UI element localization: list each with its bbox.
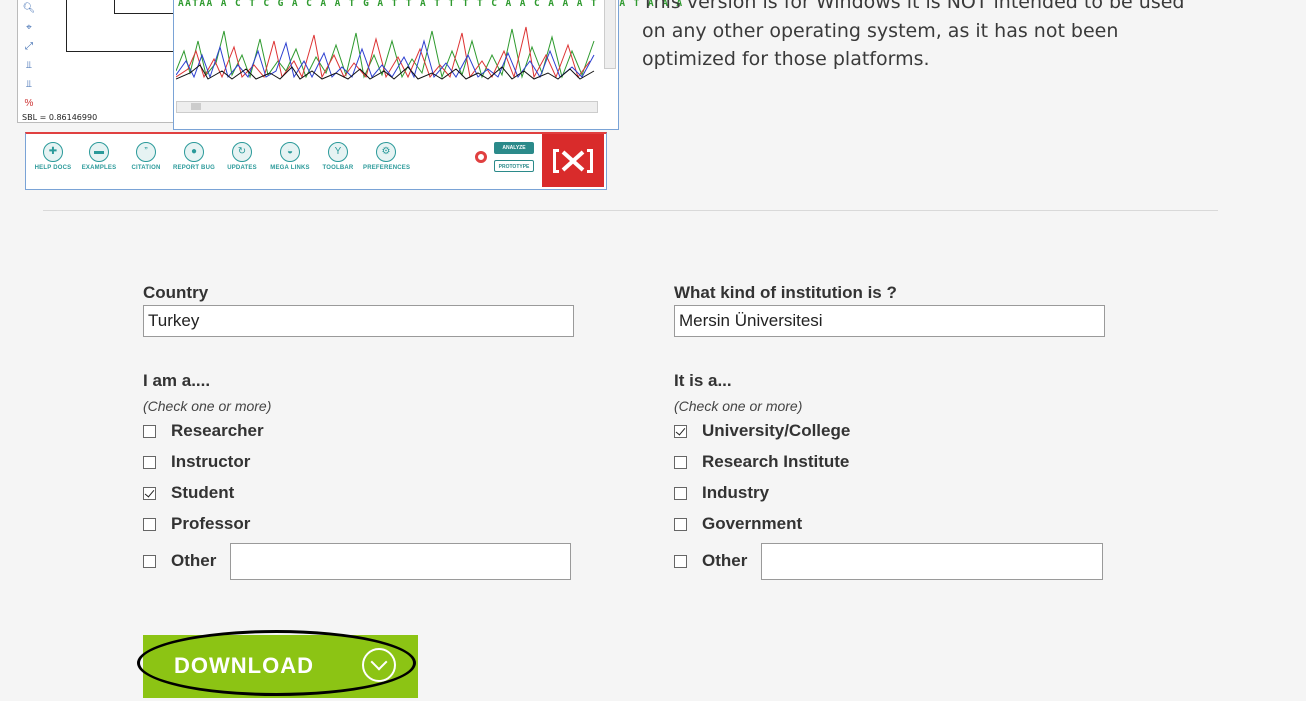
toolbar-label: UPDATES [227,165,257,171]
industry-checkbox[interactable] [674,486,687,500]
tree-icon[interactable]: ⫫ [20,56,38,75]
toolbar-label: HELP DOCS [34,165,72,171]
chromatogram-trace [176,26,595,80]
country-input[interactable]: Turkey [143,305,574,337]
vertical-scrollbar[interactable] [604,0,616,69]
analyze-button[interactable]: ANALYZE [494,142,534,154]
role-other-input[interactable] [230,543,571,580]
type-label: It is a... [674,371,732,390]
globe-icon: ◒ [280,142,300,162]
role-option-instructor[interactable]: Instructor [143,452,250,472]
role-option-professor[interactable]: Professor [143,514,250,534]
toolbar-label: MEGA LINKS [270,165,310,171]
wrench-icon: Y [328,142,348,162]
checkbox-label: Other [702,551,748,570]
bug-icon: ● [184,142,204,162]
tree-panel: 🔍︎ ⌖ ⤢ ⫫ ⫫ % SBL = 0.86146990 [17,0,176,123]
role-option-other[interactable]: Other [143,551,216,571]
zoom-icon[interactable]: 🔍︎ [20,0,38,18]
type-option-university[interactable]: University/College [674,421,850,441]
checkbox-label: University/College [702,421,851,440]
toolbar-examples[interactable]: ▬ EXAMPLES [76,142,122,171]
product-screenshot: 🔍︎ ⌖ ⤢ ⫫ ⫫ % SBL = 0.86146990 AATAA A C … [17,0,682,190]
checkbox-label: Instructor [171,452,251,471]
chromatogram-panel: AATAA A C T C G A C A A T G A T T A T T … [173,0,682,130]
toolbar-help-docs[interactable]: ✚ HELP DOCS [30,142,76,171]
tree-branch [114,0,175,14]
toolbar-updates[interactable]: ↻ UPDATES [219,142,265,171]
government-checkbox[interactable] [674,517,687,531]
type-option-other[interactable]: Other [674,551,747,571]
institution-input[interactable]: Mersin Üniversitesi [674,305,1105,337]
toolbar-toolbar[interactable]: Y TOOLBAR [315,142,361,171]
type-other-checkbox[interactable] [674,554,687,568]
updates-icon: ↻ [232,142,252,162]
lifebuoy-icon[interactable] [475,151,487,163]
checkbox-label: Researcher [171,421,264,440]
role-label: I am a.... [143,371,211,390]
type-other-input[interactable] [761,543,1103,580]
platform-description: This version is for Windows it is NOT in… [642,0,1185,70]
research-institute-checkbox[interactable] [674,455,687,469]
mega-logo-icon [553,148,593,173]
toolbar-label: CITATION [131,165,161,171]
fit-icon[interactable]: ⌖ [20,18,38,37]
gear-icon: ⚙ [376,142,396,162]
tree-icon[interactable]: ⫫ [20,75,38,94]
scroll-thumb[interactable] [191,103,201,110]
type-option-government[interactable]: Government [674,514,802,534]
instructor-checkbox[interactable] [143,455,156,469]
type-hint: (Check one or more) [674,398,803,414]
institution-label: What kind of institution is ? [674,283,897,302]
percent-icon[interactable]: % [20,94,38,113]
mega-toolbar: ✚ HELP DOCS ▬ EXAMPLES ” CITATION ● REPO… [25,132,607,190]
role-other-checkbox[interactable] [143,554,156,568]
researcher-checkbox[interactable] [143,424,156,438]
university-checkbox[interactable] [674,424,687,438]
checkbox-label: Other [171,551,217,570]
help-icon: ✚ [43,142,63,162]
checkbox-label: Government [702,514,803,533]
role-option-researcher[interactable]: Researcher [143,421,264,441]
role-option-student[interactable]: Student [143,483,234,503]
toolbar-label: EXAMPLES [81,165,117,171]
toolbar-label: TOOLBAR [322,165,354,171]
toolbar-label: PREFERENCES [363,165,411,171]
role-hint: (Check one or more) [143,398,272,414]
sbl-readout: SBL = 0.86146990 [22,113,98,122]
toolbar-preferences[interactable]: ⚙ PREFERENCES [363,142,411,171]
checkbox-label: Student [171,483,235,502]
country-label: Country [143,283,209,302]
prototype-button[interactable]: PROTOTYPE [494,160,534,172]
mega-logo [542,134,604,187]
toolbar-mega-links[interactable]: ◒ MEGA LINKS [267,142,313,171]
checkbox-label: Professor [171,514,251,533]
checkbox-label: Research Institute [702,452,850,471]
horizontal-scrollbar[interactable] [176,101,598,113]
quote-icon: ” [136,142,156,162]
highlight-ellipse [137,630,416,696]
student-checkbox[interactable] [143,486,156,500]
type-option-research-institute[interactable]: Research Institute [674,452,849,472]
folder-icon: ▬ [89,142,109,162]
toolbar-label: REPORT BUG [172,165,215,171]
divider [43,210,1218,211]
toolbar-report-bug[interactable]: ● REPORT BUG [171,142,217,171]
tree-tools: 🔍︎ ⌖ ⤢ ⫫ ⫫ % [20,0,38,113]
type-option-industry[interactable]: Industry [674,483,769,503]
resize-icon[interactable]: ⤢ [20,37,38,56]
toolbar-citation[interactable]: ” CITATION [123,142,169,171]
professor-checkbox[interactable] [143,517,156,531]
checkbox-label: Industry [702,483,770,502]
